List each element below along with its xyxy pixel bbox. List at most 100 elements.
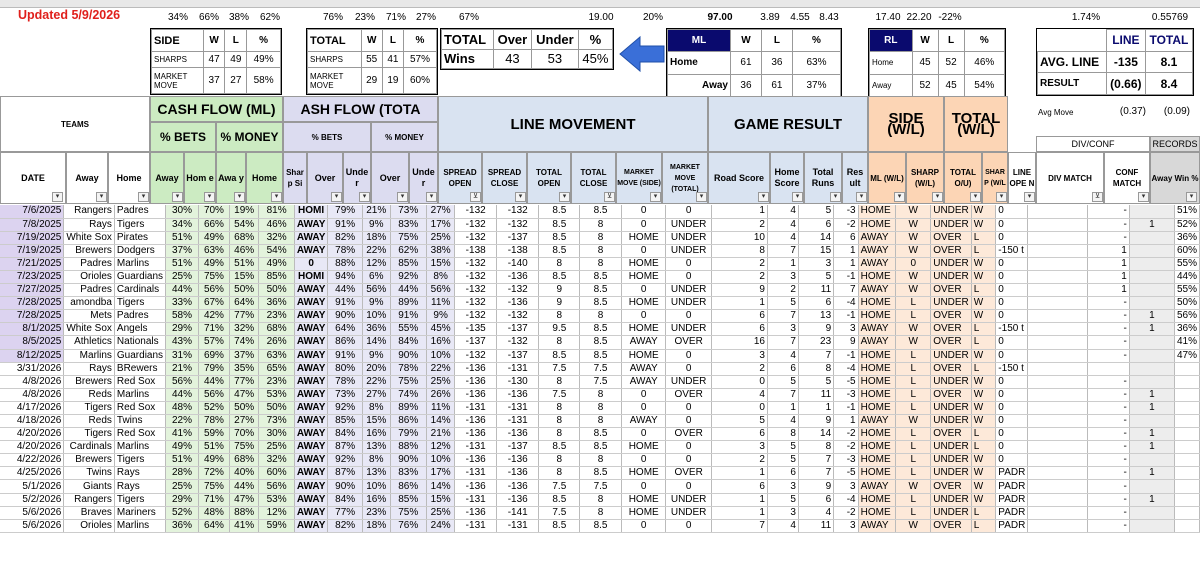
cell-away[interactable]: Padres: [63, 283, 115, 298]
cell-sharp-wl[interactable]: L: [895, 296, 932, 311]
cell-sharp-wl-2[interactable]: W: [971, 205, 997, 219]
cell-undefined[interactable]: 55%: [1174, 283, 1200, 298]
cell-over-money[interactable]: 44%: [390, 283, 427, 298]
cell-under-bets[interactable]: 18%: [362, 231, 391, 245]
cell-spread-close[interactable]: -136: [496, 453, 540, 468]
cell-money-away[interactable]: 54%: [229, 218, 260, 232]
cell-under-money[interactable]: 10%: [426, 453, 456, 468]
filter-dropdown-icon[interactable]: ▾: [426, 192, 437, 202]
cell-sharp-wl-2[interactable]: W: [971, 257, 997, 271]
cell-conf-match[interactable]: 1: [1087, 257, 1130, 271]
cell-sharp-wl-2[interactable]: W: [971, 388, 997, 402]
cell-spread-close[interactable]: -130: [496, 375, 540, 389]
cell-under-money[interactable]: 12%: [426, 440, 456, 455]
cell-div-match[interactable]: [1027, 283, 1089, 298]
cell-home[interactable]: Mariners: [114, 506, 167, 520]
cell-sharp-wl-2[interactable]: W: [971, 401, 997, 416]
cell-money-home[interactable]: 36%: [258, 296, 295, 311]
cell-line-open[interactable]: PADR: [995, 479, 1029, 494]
cell-undefined[interactable]: [1174, 401, 1200, 416]
cell-bets-away[interactable]: 43%: [165, 335, 199, 350]
cell-road-score[interactable]: 2: [711, 270, 768, 285]
cell-under-bets[interactable]: 56%: [362, 283, 391, 298]
cell-undefined[interactable]: [1174, 414, 1200, 429]
cell-market-move-total[interactable]: OVER: [665, 335, 712, 350]
cell-spread-close[interactable]: -137: [496, 322, 540, 337]
cell-sharp-wl-2[interactable]: W: [971, 375, 997, 389]
cell-conf-match[interactable]: -: [1087, 309, 1130, 324]
cell-result[interactable]: 3: [833, 322, 859, 337]
cell-total-ou[interactable]: UNDER: [930, 349, 972, 363]
cell-away-win-pct[interactable]: [1129, 231, 1175, 245]
cell-bets-home[interactable]: 75%: [198, 270, 231, 285]
cell-under-bets[interactable]: 18%: [362, 519, 391, 533]
cell-total-open[interactable]: 8: [538, 427, 581, 442]
cell-under-bets[interactable]: 10%: [362, 479, 391, 494]
cell-home[interactable]: Marlins: [114, 440, 167, 455]
cell-div-match[interactable]: [1027, 244, 1089, 258]
cell-money-home[interactable]: 12%: [258, 506, 295, 520]
cell-home-score[interactable]: 3: [767, 322, 799, 337]
cell-bets-home[interactable]: 56%: [198, 283, 231, 298]
cell-conf-match[interactable]: -: [1087, 349, 1130, 363]
cell-conf-match[interactable]: -: [1087, 335, 1130, 350]
cell-away-win-pct[interactable]: [1129, 506, 1175, 520]
cell-road-score[interactable]: 2: [711, 257, 768, 271]
cell-home-score[interactable]: 3: [767, 506, 799, 520]
cell-money-home[interactable]: 25%: [258, 440, 295, 455]
cell-sharp-side[interactable]: AWAY: [294, 493, 329, 507]
cell-market-move-total[interactable]: UNDER: [665, 218, 712, 232]
cell-ml-wl[interactable]: AWAY: [858, 519, 897, 533]
cell-under-bets[interactable]: 8%: [362, 453, 391, 468]
cell-line-open[interactable]: 0: [995, 257, 1029, 271]
cell-money-away[interactable]: 51%: [229, 257, 260, 271]
cell-bets-home[interactable]: 75%: [198, 479, 231, 494]
cell-spread-open[interactable]: -131: [454, 466, 497, 481]
filter-dropdown-icon[interactable]: ▾: [52, 192, 63, 202]
cell-home-score[interactable]: 7: [767, 335, 799, 350]
cell-total-open[interactable]: 8.5: [538, 349, 581, 363]
filter-dropdown-icon[interactable]: ▾: [894, 192, 905, 202]
cell-conf-match[interactable]: -: [1087, 519, 1130, 533]
filter-dropdown-icon[interactable]: ▾: [172, 192, 183, 202]
cell-spread-close[interactable]: -137: [496, 231, 540, 245]
cell-date[interactable]: 7/23/2025: [0, 270, 65, 285]
cell-spread-close[interactable]: -136: [496, 296, 540, 311]
cell-spread-open[interactable]: -136: [454, 388, 497, 402]
cell-under-bets[interactable]: 20%: [362, 362, 391, 376]
cell-result[interactable]: -5: [833, 375, 859, 389]
cell-total-open[interactable]: 9.5: [538, 322, 581, 337]
cell-money-away[interactable]: 50%: [229, 401, 260, 416]
cell-spread-open[interactable]: -131: [454, 440, 497, 455]
cell-total-open[interactable]: 7.5: [538, 388, 581, 402]
filter-dropdown-icon[interactable]: ▾: [1186, 192, 1197, 202]
cell-market-move-total[interactable]: 0: [665, 519, 712, 533]
cell-bets-away[interactable]: 28%: [165, 466, 199, 481]
cell-sharp-side[interactable]: AWAY: [294, 231, 329, 245]
cell-sharp-wl-2[interactable]: L: [971, 506, 997, 520]
cell-total-ou[interactable]: UNDER: [930, 414, 972, 429]
cell-sharp-side[interactable]: AWAY: [294, 466, 329, 481]
cell-total-open[interactable]: 8.5: [538, 205, 581, 219]
cell-under-money[interactable]: 25%: [426, 506, 456, 520]
cell-undefined[interactable]: [1174, 427, 1200, 442]
cell-div-match[interactable]: [1027, 479, 1089, 494]
cell-bets-home[interactable]: 63%: [198, 244, 231, 258]
filter-dropdown-icon[interactable]: ▾: [856, 192, 867, 202]
cell-under-money[interactable]: 22%: [426, 362, 456, 376]
cell-sharp-wl[interactable]: W: [895, 414, 932, 429]
filter-dropdown-icon[interactable]: ▾: [1024, 192, 1035, 202]
cell-total-close[interactable]: 8: [579, 309, 622, 324]
cell-date[interactable]: 7/19/2025: [0, 244, 65, 258]
cell-away-win-pct[interactable]: [1129, 362, 1175, 376]
cell-total-runs[interactable]: 7: [798, 349, 835, 363]
cell-total-ou[interactable]: UNDER: [930, 375, 972, 389]
cell-home-score[interactable]: 7: [767, 309, 799, 324]
cell-bets-away[interactable]: 51%: [165, 231, 199, 245]
cell-road-score[interactable]: 16: [711, 335, 768, 350]
cell-spread-close[interactable]: -131: [496, 519, 540, 533]
cell-market-move-total[interactable]: UNDER: [665, 506, 712, 520]
cell-bets-home[interactable]: 70%: [198, 205, 231, 219]
cell-conf-match[interactable]: 1: [1087, 270, 1130, 285]
cell-result[interactable]: -2: [833, 427, 859, 442]
